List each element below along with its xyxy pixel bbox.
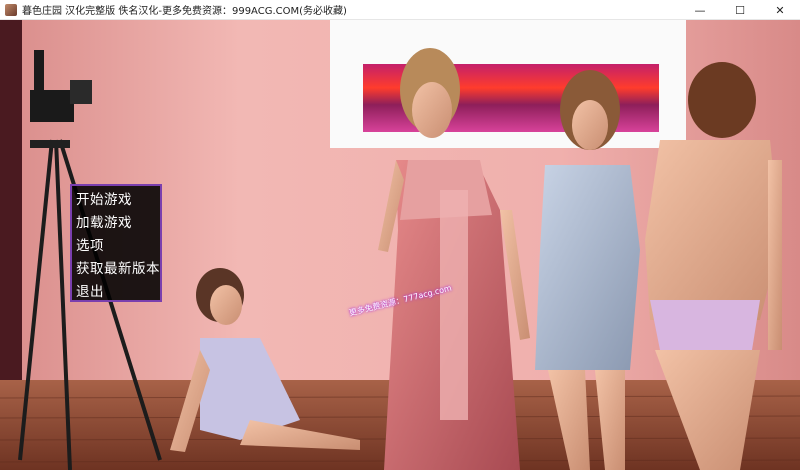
game-viewport: 开始游戏 加载游戏 选项 获取最新版本 退出 更多免费资源：777acg.com	[0, 20, 800, 470]
menu-quit[interactable]: 退出	[76, 281, 160, 304]
main-menu: 开始游戏 加载游戏 选项 获取最新版本 退出	[70, 184, 162, 302]
menu-load-game[interactable]: 加载游戏	[76, 212, 160, 235]
window-title: 暮色庄园 汉化完整版 佚名汉化-更多免费资源：999ACG.COM(务必收藏)	[22, 6, 347, 17]
window-controls: — ☐ ✕	[680, 0, 800, 20]
maximize-button[interactable]: ☐	[720, 0, 760, 20]
menu-start-game[interactable]: 开始游戏	[76, 189, 160, 212]
menu-get-latest-version[interactable]: 获取最新版本	[76, 258, 160, 281]
menu-options[interactable]: 选项	[76, 235, 160, 258]
window-title-bar[interactable]: 暮色庄园 汉化完整版 佚名汉化-更多免费资源：999ACG.COM(务必收藏) …	[0, 0, 800, 20]
minimize-button[interactable]: —	[680, 0, 720, 20]
close-button[interactable]: ✕	[760, 0, 800, 20]
app-icon	[5, 3, 17, 16]
